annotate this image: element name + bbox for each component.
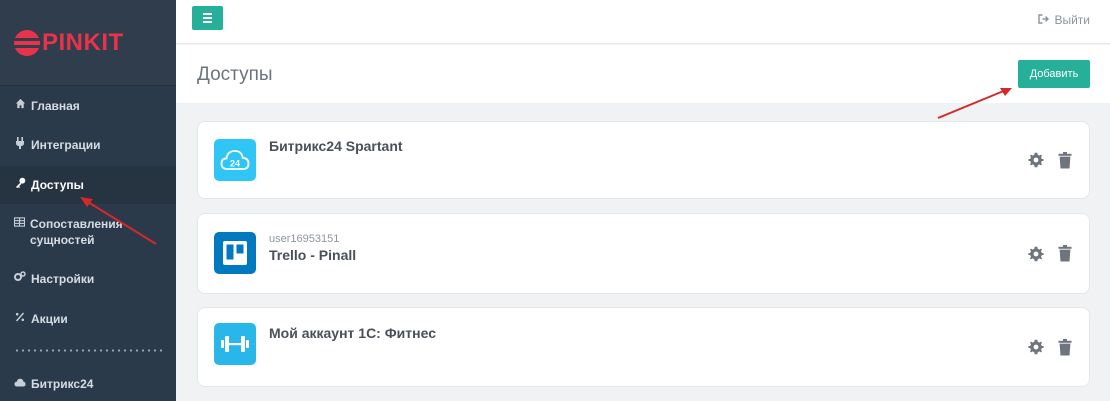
add-button[interactable]: Добавить (1018, 60, 1090, 88)
access-account: user16953151 (269, 233, 340, 245)
access-title: Trello - Pinall (269, 247, 357, 263)
sidebar-item-settings[interactable]: Настройки (0, 271, 176, 287)
trash-icon[interactable] (1056, 245, 1074, 263)
percent-icon (14, 311, 26, 327)
sidebar-item-label: Доступы (31, 178, 84, 192)
card-actions (1027, 245, 1074, 263)
sidebar-item-integrations[interactable]: Интеграции (0, 137, 176, 154)
sidebar-item-promotions[interactable]: Акции (0, 311, 176, 327)
logo-mark-icon (14, 29, 40, 56)
sidebar-item-entity-mappings[interactable]: Сопоставления сущностей (0, 216, 176, 248)
trash-icon[interactable] (1056, 151, 1074, 169)
logo-text: PINKIT (42, 28, 124, 56)
hamburger-icon (203, 13, 212, 15)
sidebar-item-label: Главная (31, 99, 80, 113)
gears-icon (14, 271, 26, 287)
sidebar-item-home[interactable]: Главная (0, 98, 176, 114)
logout-label: Выйти (1054, 13, 1090, 27)
access-card: Мой аккаунт 1С: Фитнес (197, 307, 1090, 387)
sidebar-divider (14, 349, 162, 352)
sidebar-item-label: Настройки (31, 272, 95, 286)
card-actions (1027, 338, 1074, 356)
settings-gear-icon[interactable] (1027, 151, 1045, 169)
table-icon (13, 216, 26, 232)
access-card: 24 Битрикс24 Spartant (197, 121, 1090, 199)
page-title: Доступы (197, 64, 273, 85)
dumbbell-icon (214, 323, 256, 365)
sidebar-item-accesses[interactable]: Доступы (0, 166, 176, 204)
sidebar-item-bitrix24[interactable]: Битрикс24 (0, 376, 176, 392)
sidebar-item-label: Сопоставления сущностей (30, 217, 123, 247)
key-icon (14, 177, 26, 193)
settings-gear-icon[interactable] (1027, 245, 1045, 263)
access-card: user16953151 Trello - Pinall (197, 213, 1090, 294)
home-icon (14, 98, 26, 114)
logo-area: PINKIT (0, 0, 176, 86)
sign-out-icon (1038, 13, 1050, 27)
plug-icon (14, 137, 26, 154)
access-title: Мой аккаунт 1С: Фитнес (269, 325, 436, 341)
page-header: Доступы Добавить (176, 45, 1110, 103)
trello-icon (214, 232, 256, 274)
sidebar-item-label: Битрикс24 (31, 377, 94, 391)
access-title: Битрикс24 Spartant (269, 138, 403, 154)
cloud-icon (14, 376, 26, 392)
card-actions (1027, 151, 1074, 169)
menu-toggle-button[interactable] (192, 6, 223, 30)
sidebar-item-label: Акции (31, 312, 68, 326)
top-bar: Выйти (176, 0, 1110, 44)
sidebar-item-label: Интеграции (31, 138, 101, 152)
sidebar: PINKIT Главная Интеграции Доступы Сопост… (0, 0, 176, 401)
settings-gear-icon[interactable] (1027, 338, 1045, 356)
bitrix24-cloud-icon: 24 (214, 139, 256, 181)
trash-icon[interactable] (1056, 338, 1074, 356)
brand-logo[interactable]: PINKIT (14, 29, 124, 57)
bitrix24-icon-text: 24 (230, 159, 240, 169)
logout-link[interactable]: Выйти (1038, 13, 1090, 27)
